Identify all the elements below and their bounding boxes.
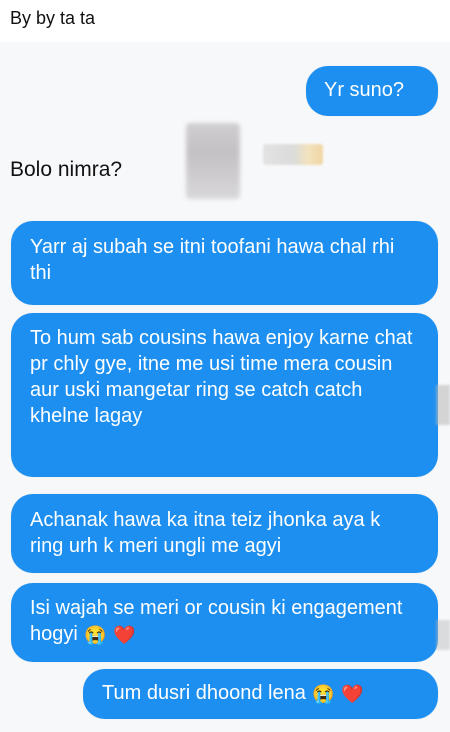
edge-artifact-2 [436, 620, 450, 650]
crying-emoji-icon: 😭 [84, 625, 107, 645]
blurred-content [186, 123, 240, 199]
message-bubble-outgoing-3: To hum sab cousins hawa enjoy karne chat… [11, 313, 438, 477]
message-text: To hum sab cousins hawa enjoy karne chat… [30, 327, 413, 427]
message-text: Bolo nimra? [10, 158, 123, 181]
post-caption: By by ta ta [10, 8, 96, 28]
heart-emoji-icon-2: ❤️ [341, 684, 364, 704]
crying-emoji-icon-2: 😭 [312, 684, 335, 704]
message-bubble-outgoing-5: Isi wajah se meri or cousin ki engagemen… [11, 583, 438, 662]
message-text: Yarr aj subah se itni toofani hawa chal … [30, 236, 395, 284]
message-bubble-outgoing-4: Achanak hawa ka itna teiz jhonka aya k r… [11, 494, 438, 573]
message-text: Yr suno? [324, 79, 405, 101]
chat-screen: By by ta ta Yr suno? Bolo nimra? Yarr aj… [0, 0, 450, 732]
message-bubble-outgoing-2: Yarr aj subah se itni toofani hawa chal … [11, 221, 438, 305]
blurred-content-2 [263, 144, 323, 165]
message-bubble-outgoing-1: Yr suno? [306, 66, 438, 116]
heart-emoji-icon: ❤️ [113, 625, 136, 645]
message-text: Achanak hawa ka itna teiz jhonka aya k r… [30, 509, 381, 557]
message-bubble-incoming-1: Bolo nimra? [10, 156, 122, 184]
edge-artifact [436, 385, 450, 425]
message-text: Tum dusri dhoond lena [102, 682, 306, 704]
message-bubble-outgoing-6: Tum dusri dhoond lena 😭 ❤️ [83, 669, 438, 719]
